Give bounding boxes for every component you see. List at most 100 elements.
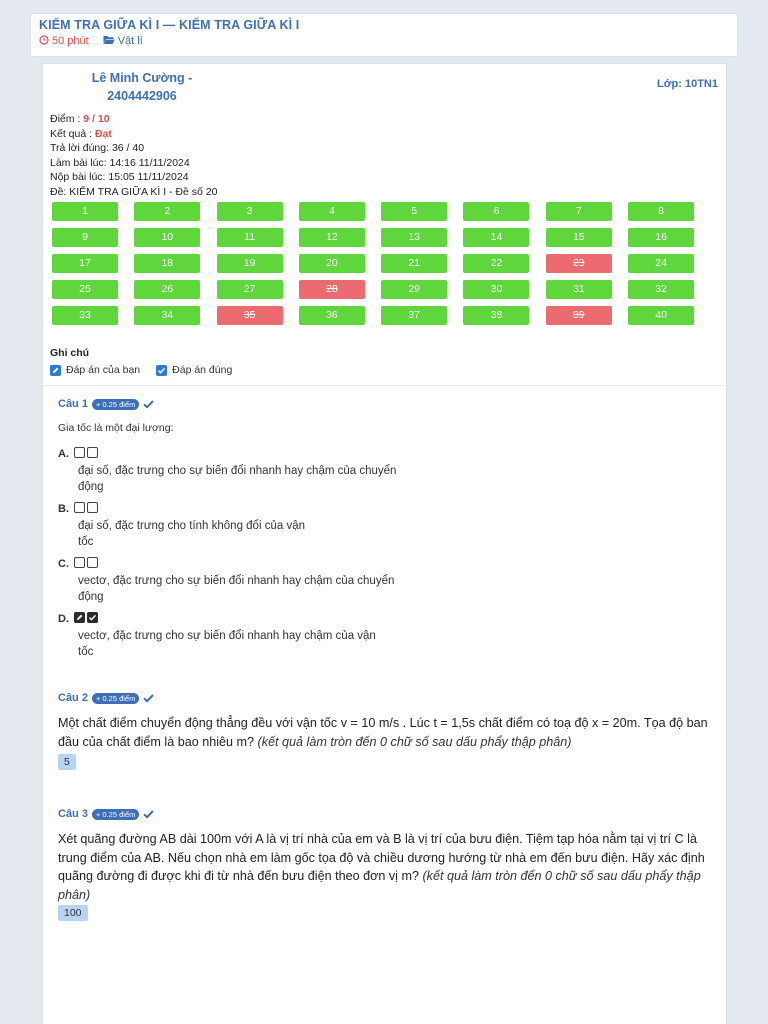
question-2-text: Một chất điểm chuyển động thẳng đều với … bbox=[58, 714, 718, 751]
question-nav-button[interactable]: 36 bbox=[298, 306, 365, 325]
question-nav-button[interactable]: 5 bbox=[381, 202, 448, 221]
question-nav-button[interactable]: 8 bbox=[628, 202, 695, 221]
question-nav-button[interactable]: 2 bbox=[134, 202, 201, 221]
exam-code: Đề: KIỂM TRA GIỮA KÌ I - Đề số 20 bbox=[50, 185, 218, 198]
pencil-icon bbox=[74, 612, 86, 623]
check-square-icon bbox=[156, 364, 168, 376]
student-name-line: Lê Minh Cường - bbox=[91, 71, 193, 85]
class-label: Lớp: 10TN1 bbox=[657, 78, 718, 90]
question-nav-button[interactable]: 16 bbox=[628, 228, 695, 247]
question-nav-button[interactable]: 23 bbox=[545, 254, 612, 273]
question-nav-button[interactable]: 9 bbox=[52, 228, 118, 247]
question-nav-button[interactable]: 11 bbox=[216, 228, 283, 247]
question-nav-button[interactable]: 21 bbox=[381, 254, 448, 273]
question-nav-button[interactable]: 39 bbox=[545, 306, 612, 325]
folder-open-icon bbox=[103, 36, 115, 44]
option-text: vectơ, đặc trưng cho sự biến đổi nhanh h… bbox=[78, 575, 395, 587]
question-3-header: Câu 3 + 0.25 điểm bbox=[58, 808, 155, 820]
option-text: động bbox=[78, 591, 104, 603]
question-2-header: Câu 2 + 0.25 điểm bbox=[58, 692, 155, 704]
question-navigator: 1 2 3 4 5 6 7 8 9 10 11 12 13 14 15 16 17 18 19 20 21 22 23 24 2… bbox=[52, 202, 695, 325]
question-nav-button[interactable]: 31 bbox=[545, 280, 612, 299]
option-d[interactable]: D. vectơ, đặc trưng cho sự biến đổi nhan… bbox=[58, 612, 438, 660]
pencil-icon bbox=[50, 364, 61, 376]
question-nav-button[interactable]: 27 bbox=[216, 280, 283, 299]
points-badge: + 0.25 điểm bbox=[91, 808, 140, 820]
question-nav-button[interactable]: 7 bbox=[545, 202, 612, 221]
clock-icon bbox=[39, 35, 49, 45]
question-nav-button[interactable]: 37 bbox=[381, 306, 448, 325]
question-nav-button[interactable]: 29 bbox=[381, 280, 448, 299]
start-time: Làm bài lúc: 14:16 11/11/2024 bbox=[50, 156, 190, 169]
score-value: 9 / 10 bbox=[83, 113, 110, 125]
score-label: Điểm : bbox=[50, 113, 84, 125]
question-nav-button[interactable]: 35 bbox=[216, 306, 283, 325]
question-nav-button[interactable]: 14 bbox=[463, 228, 530, 247]
option-text: vectơ, đặc trưng cho sự biến đổi nhanh h… bbox=[78, 630, 376, 642]
question-nav-button[interactable]: 30 bbox=[463, 280, 530, 299]
question-nav-button[interactable]: 38 bbox=[463, 306, 530, 325]
option-text: động bbox=[78, 481, 104, 493]
option-b[interactable]: B. đại số, đặc trưng cho tính không đổi … bbox=[58, 502, 438, 550]
option-text: đại số, đặc trưng cho sự biến đổi nhanh … bbox=[78, 465, 397, 477]
option-letter: A. bbox=[58, 448, 69, 460]
question-nav-button[interactable]: 24 bbox=[628, 254, 695, 273]
correct-count: Trả lời đúng: 36 / 40 bbox=[50, 142, 145, 155]
question-nav-button[interactable]: 32 bbox=[628, 280, 695, 299]
question-nav-button[interactable]: 18 bbox=[134, 254, 201, 273]
question-nav-button[interactable]: 33 bbox=[52, 306, 118, 325]
result-value: Đạt bbox=[94, 127, 112, 140]
question-2-hint: (kết quả làm tròn đến 0 chữ số sau dấu p… bbox=[257, 734, 572, 749]
points-badge: + 0.25 điểm bbox=[91, 398, 140, 410]
exam-title[interactable]: KIỂM TRA GIỮA KÌ I — KIỂM TRA GIỮA KÌ I bbox=[39, 18, 729, 32]
question-3-label[interactable]: Câu 3 bbox=[58, 808, 88, 820]
question-3-answer: 100 bbox=[58, 905, 88, 921]
empty-checkbox-icon bbox=[74, 557, 86, 568]
option-letter: B. bbox=[58, 503, 69, 515]
question-nav-button[interactable]: 3 bbox=[216, 202, 283, 221]
option-letter: D. bbox=[58, 613, 69, 625]
check-icon bbox=[143, 810, 155, 819]
question-nav-button[interactable]: 26 bbox=[134, 280, 201, 299]
question-nav-button[interactable]: 12 bbox=[298, 228, 365, 247]
question-nav-button[interactable]: 34 bbox=[134, 306, 201, 325]
question-nav-button[interactable]: 40 bbox=[628, 306, 695, 325]
exam-meta: 50 phút Vật lí bbox=[39, 35, 729, 47]
question-nav-button[interactable]: 22 bbox=[463, 254, 530, 273]
result-label: Kết quả : bbox=[50, 127, 95, 140]
result-card: Lê Minh Cường - 2404442906 Lớp: 10TN1 Đi… bbox=[42, 63, 727, 1024]
question-nav-button[interactable]: 20 bbox=[298, 254, 365, 273]
legend-correct-answer: Đáp án đúng bbox=[156, 364, 232, 376]
option-letter: C. bbox=[58, 558, 69, 570]
legend-your-answer: Đáp án của bạn bbox=[50, 364, 140, 376]
exam-header: KIỂM TRA GIỮA KÌ I — KIỂM TRA GIỮA KÌ I … bbox=[30, 13, 738, 57]
empty-checkbox-icon bbox=[87, 447, 99, 458]
option-c[interactable]: C. vectơ, đặc trưng cho sự biến đổi nhan… bbox=[58, 557, 438, 605]
score-row: Điểm : 9 / 10 bbox=[50, 112, 218, 127]
duration-text: 50 phút bbox=[52, 35, 89, 47]
question-nav-button[interactable]: 13 bbox=[381, 228, 448, 247]
question-nav-button[interactable]: 17 bbox=[52, 254, 118, 273]
empty-checkbox-icon bbox=[87, 557, 99, 568]
question-nav-button[interactable]: 1 bbox=[52, 202, 118, 221]
question-1-label[interactable]: Câu 1 bbox=[58, 398, 88, 410]
question-2-label[interactable]: Câu 2 bbox=[58, 692, 88, 704]
question-nav-button[interactable]: 19 bbox=[216, 254, 283, 273]
question-3-text: Xét quãng đường AB dài 100m với A là vị … bbox=[58, 830, 718, 904]
question-nav-button[interactable]: 25 bbox=[52, 280, 118, 299]
legend-your-answer-label: Đáp án của bạn bbox=[66, 364, 141, 376]
empty-checkbox-icon bbox=[87, 502, 99, 513]
question-nav-button[interactable]: 4 bbox=[298, 202, 365, 221]
question-nav-button[interactable]: 6 bbox=[463, 202, 530, 221]
result-row: Kết quả : Đạt bbox=[50, 127, 218, 142]
subject[interactable]: Vật lí bbox=[103, 35, 143, 47]
result-stats: Điểm : 9 / 10 Kết quả : Đạt Trả lời đúng… bbox=[50, 112, 218, 200]
student-name: Lê Minh Cường - 2404442906 bbox=[87, 69, 197, 105]
legend-correct-answer-label: Đáp án đúng bbox=[172, 364, 233, 376]
question-nav-button[interactable]: 10 bbox=[134, 228, 201, 247]
option-a[interactable]: A. đại số, đặc trưng cho sự biến đổi nha… bbox=[58, 447, 438, 495]
option-text: tốc bbox=[78, 536, 94, 548]
question-nav-button[interactable]: 28 bbox=[298, 280, 365, 299]
check-icon bbox=[143, 400, 155, 409]
question-nav-button[interactable]: 15 bbox=[545, 228, 612, 247]
